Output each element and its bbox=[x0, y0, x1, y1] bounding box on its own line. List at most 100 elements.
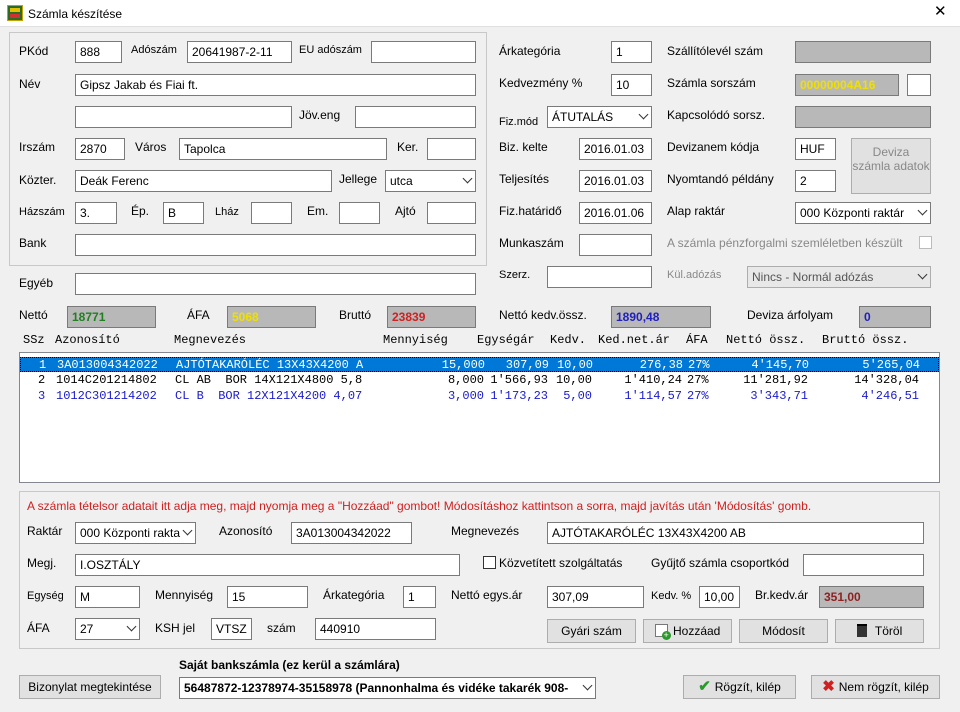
add-icon: + bbox=[654, 624, 671, 640]
teljesites-label: Teljesítés bbox=[499, 172, 550, 186]
grid-cell: 1'410,24 bbox=[624, 373, 682, 387]
item-kedv-label: Kedv. % bbox=[651, 590, 692, 602]
lhaz-field[interactable] bbox=[251, 202, 292, 224]
rogzit-button[interactable]: ✔ Rögzít, kilép bbox=[683, 675, 796, 699]
teljesites-field[interactable]: 2016.01.03 bbox=[579, 170, 652, 192]
item-brkedv-label: Br.kedv.ár bbox=[755, 588, 809, 602]
gyujto-field[interactable] bbox=[803, 554, 924, 576]
item-megj-field[interactable]: I.OSZTÁLY bbox=[75, 554, 460, 576]
grid-cell: 5,00 bbox=[563, 389, 592, 403]
fizhatarido-field[interactable]: 2016.01.06 bbox=[579, 202, 652, 224]
item-afa-select[interactable]: 27 bbox=[75, 618, 140, 640]
fizmod-select[interactable]: ÁTUTALÁS bbox=[547, 106, 652, 128]
hazszam-label: Házszám bbox=[19, 206, 65, 218]
grid-cell: 14'328,04 bbox=[854, 373, 919, 387]
bank-field[interactable] bbox=[75, 234, 476, 256]
egyeb-field[interactable] bbox=[75, 273, 476, 295]
hozzaad-button[interactable]: + Hozzáad bbox=[643, 619, 732, 643]
item-raktar-select[interactable]: 000 Központi rakta bbox=[75, 522, 196, 544]
bankszamla-select[interactable]: 56487872-12378974-35158978 (Pannonhalma … bbox=[179, 677, 596, 699]
item-arkategoria-field[interactable]: 1 bbox=[403, 586, 436, 608]
sorszam2-field[interactable] bbox=[907, 74, 931, 96]
col-header[interactable]: SSz bbox=[23, 333, 45, 347]
item-arkategoria-label: Árkategória bbox=[323, 588, 385, 602]
table-row[interactable]: 1 3A013004342022 AJTÓTAKARÓLÉC 13X43X420… bbox=[20, 357, 939, 372]
chevron-down-icon bbox=[917, 205, 928, 216]
nyomtando-field[interactable]: 2 bbox=[795, 170, 836, 192]
hazszam-field[interactable]: 3. bbox=[75, 202, 117, 224]
item-ksh-field[interactable]: VTSZ bbox=[211, 618, 252, 640]
jellege-label: Jellege bbox=[339, 172, 378, 186]
adoszam-label: Adószám bbox=[131, 44, 177, 56]
close-icon[interactable]: ✕ bbox=[934, 4, 947, 19]
arkategoria-label: Árkategória bbox=[499, 44, 561, 58]
col-header[interactable]: Bruttó össz. bbox=[822, 333, 908, 347]
kapcsolodo-field bbox=[795, 106, 931, 128]
col-header[interactable]: Kedv. bbox=[550, 333, 586, 347]
table-row[interactable]: 2 1014C201214802 CL AB BOR 14X121X4800 5… bbox=[20, 373, 939, 388]
modosit-button[interactable]: Módosít bbox=[739, 619, 828, 643]
varos-field[interactable]: Tapolca bbox=[179, 138, 387, 160]
adoszam-field[interactable]: 20641987-2-11 bbox=[187, 41, 292, 63]
torol-button[interactable]: Töröl bbox=[835, 619, 924, 643]
item-megnevezes-field[interactable]: AJTÓTAKARÓLÉC 13X43X4200 AB bbox=[547, 522, 924, 544]
pkod-field[interactable]: 888 bbox=[75, 41, 122, 63]
eu-adoszam-field[interactable] bbox=[371, 41, 476, 63]
ajto-field[interactable] bbox=[427, 202, 476, 224]
col-header[interactable]: ÁFA bbox=[686, 333, 708, 347]
item-kedv-field[interactable]: 10,00 bbox=[699, 586, 740, 608]
chevron-down-icon bbox=[638, 109, 649, 120]
bizonylat-button[interactable]: Bizonylat megtekintése bbox=[19, 675, 161, 699]
ep-field[interactable]: B bbox=[163, 202, 204, 224]
nem-rogzit-button[interactable]: ✖ Nem rögzít, kilép bbox=[811, 675, 940, 699]
item-nettoegys-field[interactable]: 307,09 bbox=[547, 586, 644, 608]
pkod-label: PKód bbox=[19, 44, 49, 58]
col-header[interactable]: Egységár bbox=[477, 333, 535, 347]
grid-cell: 2 bbox=[38, 373, 46, 387]
deviza-szamla-button[interactable]: Deviza számla adatok bbox=[851, 138, 931, 194]
sorszam-field: 00000004A16 bbox=[795, 74, 899, 96]
col-header[interactable]: Ked.net.ár bbox=[598, 333, 670, 347]
kozvetitett-checkbox[interactable] bbox=[483, 556, 496, 569]
bizkelte-field[interactable]: 2016.01.03 bbox=[579, 138, 652, 160]
item-megnevezes-label: Megnevezés bbox=[451, 524, 520, 538]
col-header[interactable]: Megnevezés bbox=[174, 333, 246, 347]
table-row[interactable]: 3 1012C301214202 CL B BOR 12X121X4200 4,… bbox=[20, 389, 939, 404]
munkaszam-field[interactable] bbox=[579, 234, 652, 256]
check-icon: ✔ bbox=[698, 678, 711, 695]
alap-raktar-label: Alap raktár bbox=[667, 204, 726, 218]
kedvezmeny-label: Kedvezmény % bbox=[499, 76, 583, 90]
item-azonosito-field[interactable]: 3A013004342022 bbox=[291, 522, 412, 544]
kedvezmeny-field[interactable]: 10 bbox=[611, 74, 652, 96]
joveng-field[interactable] bbox=[355, 106, 476, 128]
jellege-select[interactable]: utca bbox=[385, 170, 476, 192]
eu-adoszam-label: EU adószám bbox=[299, 44, 362, 56]
kozter-field[interactable]: Deák Ferenc bbox=[75, 170, 332, 192]
szerz-field[interactable] bbox=[547, 266, 652, 288]
brutto-field: 23839 bbox=[387, 306, 476, 328]
deviza-arfolyam-label: Deviza árfolyam bbox=[747, 308, 834, 322]
title-bar: Számla készítése ✕ bbox=[0, 0, 960, 27]
ker-field[interactable] bbox=[427, 138, 476, 160]
irszam-field[interactable]: 2870 bbox=[75, 138, 125, 160]
item-mennyiseg-field[interactable]: 15 bbox=[227, 586, 308, 608]
col-header[interactable]: Azonosító bbox=[55, 333, 120, 347]
em-field[interactable] bbox=[339, 202, 380, 224]
kuladozas-select[interactable]: Nincs - Normál adózás bbox=[747, 266, 931, 288]
item-szam-field[interactable]: 440910 bbox=[315, 618, 436, 640]
items-grid[interactable]: 1 3A013004342022 AJTÓTAKARÓLÉC 13X43X420… bbox=[19, 352, 940, 483]
item-egyseg-field[interactable]: M bbox=[75, 586, 140, 608]
gyari-szam-button[interactable]: Gyári szám bbox=[547, 619, 636, 643]
em-label: Em. bbox=[307, 204, 329, 218]
munkaszam-label: Munkaszám bbox=[499, 236, 564, 250]
col-header[interactable]: Nettó össz. bbox=[726, 333, 805, 347]
devizanem-field[interactable]: HUF bbox=[795, 138, 836, 160]
alap-raktar-select[interactable]: 000 Központi raktár bbox=[795, 202, 931, 224]
grid-cell: 27% bbox=[687, 373, 709, 387]
nev-field[interactable]: Gipsz Jakab és Fiai ft. bbox=[75, 74, 476, 96]
col-header[interactable]: Mennyiség bbox=[383, 333, 448, 347]
nev2-field[interactable] bbox=[75, 106, 292, 128]
penzforgalmi-checkbox[interactable] bbox=[919, 236, 932, 249]
arkategoria-field[interactable]: 1 bbox=[611, 41, 652, 63]
grid-cell: 10,00 bbox=[555, 373, 592, 387]
